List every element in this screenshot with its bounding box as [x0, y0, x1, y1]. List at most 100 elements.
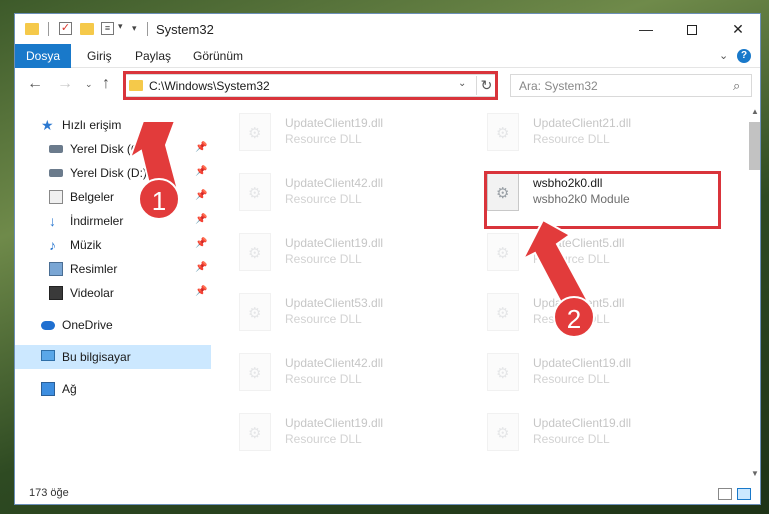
file-name: UpdateClient19.dll	[285, 236, 384, 250]
file-item[interactable]: UpdateClient5.dll Resource DLL	[475, 287, 715, 337]
download-icon: ↓	[49, 213, 56, 229]
sidebar-item-label: Yerel Disk (D:)	[70, 166, 147, 180]
file-type: Resource DLL	[285, 372, 362, 386]
file-item[interactable]: UpdateClient5.dll Resource DLL	[475, 227, 715, 277]
pin-icon[interactable]: 📌	[195, 286, 207, 297]
search-icon[interactable]: ⌕	[733, 78, 740, 94]
folder-icon	[25, 23, 39, 35]
pin-icon[interactable]: 📌	[195, 166, 207, 177]
dll-file-icon	[487, 233, 519, 271]
file-type: Resource DLL	[285, 432, 362, 446]
pin-icon[interactable]: 📌	[195, 142, 207, 153]
maximize-icon	[687, 25, 697, 36]
sidebar-item-drive-d[interactable]: Yerel Disk (D:) 📌	[15, 161, 211, 185]
sidebar-item-drive-c[interactable]: Yerel Disk (C:) 📌	[15, 137, 211, 161]
file-name: UpdateClient19.dll	[533, 356, 632, 370]
sidebar-item-onedrive[interactable]: OneDrive	[15, 313, 211, 337]
video-icon	[49, 286, 63, 300]
dll-file-icon	[239, 233, 271, 271]
step-badge-1: 1	[138, 178, 180, 220]
large-icons-view-icon[interactable]	[737, 488, 751, 500]
sidebar-item-label: Resimler	[70, 262, 118, 276]
file-list: UpdateClient19.dll Resource DLL UpdateCl…	[227, 107, 747, 465]
scroll-up-icon[interactable]: ▲	[749, 107, 760, 119]
music-icon: ♪	[49, 237, 56, 253]
file-type: Resource DLL	[533, 372, 610, 386]
pin-icon[interactable]: 📌	[195, 214, 207, 225]
sidebar-item-network[interactable]: Ağ	[15, 377, 211, 401]
file-item[interactable]: UpdateClient19.dll Resource DLL	[227, 227, 467, 277]
properties-check-icon[interactable]: ✓	[59, 22, 72, 35]
drive-icon	[49, 169, 63, 177]
sidebar-item-documents[interactable]: Belgeler 📌	[15, 185, 211, 209]
document-icon	[49, 190, 63, 204]
close-button[interactable]: ✕	[715, 14, 760, 44]
address-highlight-box	[123, 71, 498, 100]
search-placeholder: Ara: System32	[519, 79, 598, 93]
file-type: Resource DLL	[533, 432, 610, 446]
file-item[interactable]: UpdateClient19.dll Resource DLL	[475, 407, 715, 457]
status-bar: 173 öğe	[15, 484, 760, 504]
pin-icon[interactable]: 📌	[195, 190, 207, 201]
details-view-icon[interactable]	[718, 488, 732, 500]
file-name: UpdateClient19.dll	[285, 116, 384, 130]
dll-file-icon	[487, 413, 519, 451]
rename-icon[interactable]: ≡	[101, 22, 114, 35]
network-icon	[41, 382, 55, 396]
sidebar-item-label: Bu bilgisayar	[62, 350, 131, 364]
tab-file[interactable]: Dosya	[15, 44, 71, 68]
qa-dropdown-icon[interactable]: ▾	[118, 21, 123, 37]
pin-icon[interactable]: 📌	[195, 238, 207, 249]
file-type: Resource DLL	[285, 252, 362, 266]
maximize-button[interactable]	[669, 14, 715, 44]
minimize-button[interactable]: —	[623, 14, 669, 44]
divider	[48, 22, 49, 36]
help-icon[interactable]: ?	[737, 49, 751, 63]
scrollbar-thumb[interactable]	[749, 122, 760, 170]
sidebar-item-quick-access[interactable]: ★ Hızlı erişim	[15, 113, 211, 137]
dll-file-icon	[239, 413, 271, 451]
up-button[interactable]: ↑	[102, 75, 110, 93]
scroll-down-icon[interactable]: ▼	[749, 469, 760, 481]
dll-file-icon	[487, 113, 519, 151]
sidebar-item-label: OneDrive	[62, 318, 113, 332]
file-item[interactable]: UpdateClient42.dll Resource DLL	[227, 347, 467, 397]
sidebar-item-label: Ağ	[62, 382, 77, 396]
sidebar-item-label: Müzik	[70, 238, 102, 252]
dll-file-icon	[487, 293, 519, 331]
sidebar-item-label: Hızlı erişim	[62, 118, 122, 132]
file-item[interactable]: UpdateClient21.dll Resource DLL	[475, 107, 715, 157]
dll-file-icon	[239, 113, 271, 151]
tab-share[interactable]: Paylaş	[125, 44, 181, 68]
title-bar: ✓ ≡ ▾ ▾ System32 — ✕	[15, 14, 760, 44]
back-button[interactable]: ←	[27, 75, 43, 93]
file-item[interactable]: UpdateClient53.dll Resource DLL	[227, 287, 467, 337]
forward-button[interactable]: →	[57, 75, 73, 93]
file-item[interactable]: UpdateClient19.dll Resource DLL	[227, 407, 467, 457]
tab-home[interactable]: Giriş	[77, 44, 122, 68]
sidebar-item-this-pc[interactable]: Bu bilgisayar	[15, 345, 211, 369]
file-name: UpdateClient5.dll	[533, 236, 625, 250]
file-highlight-box	[484, 171, 721, 229]
computer-icon	[41, 350, 55, 361]
sidebar-item-downloads[interactable]: ↓ İndirmeler 📌	[15, 209, 211, 233]
tab-view[interactable]: Görünüm	[183, 44, 253, 68]
file-name: UpdateClient21.dll	[533, 116, 632, 130]
sidebar-item-music[interactable]: ♪ Müzik 📌	[15, 233, 211, 257]
new-folder-icon[interactable]	[80, 23, 94, 35]
sidebar-item-pictures[interactable]: Resimler 📌	[15, 257, 211, 281]
file-item[interactable]: UpdateClient19.dll Resource DLL	[475, 347, 715, 397]
sidebar-item-label: İndirmeler	[70, 214, 124, 228]
customize-toolbar-icon[interactable]: ▾	[132, 23, 137, 39]
file-item[interactable]: UpdateClient19.dll Resource DLL	[227, 107, 467, 157]
divider	[147, 22, 148, 36]
sidebar-item-videos[interactable]: Videolar 📌	[15, 281, 211, 305]
file-type: Resource DLL	[285, 132, 362, 146]
pin-icon[interactable]: 📌	[195, 262, 207, 273]
recent-locations-icon[interactable]: ⌄	[85, 79, 93, 90]
ribbon-collapse-icon[interactable]: ⌄	[719, 49, 728, 62]
sidebar-item-label: Belgeler	[70, 190, 115, 204]
file-item[interactable]: UpdateClient42.dll Resource DLL	[227, 167, 467, 217]
cloud-icon	[41, 321, 55, 330]
search-input[interactable]: Ara: System32 ⌕	[510, 74, 752, 97]
